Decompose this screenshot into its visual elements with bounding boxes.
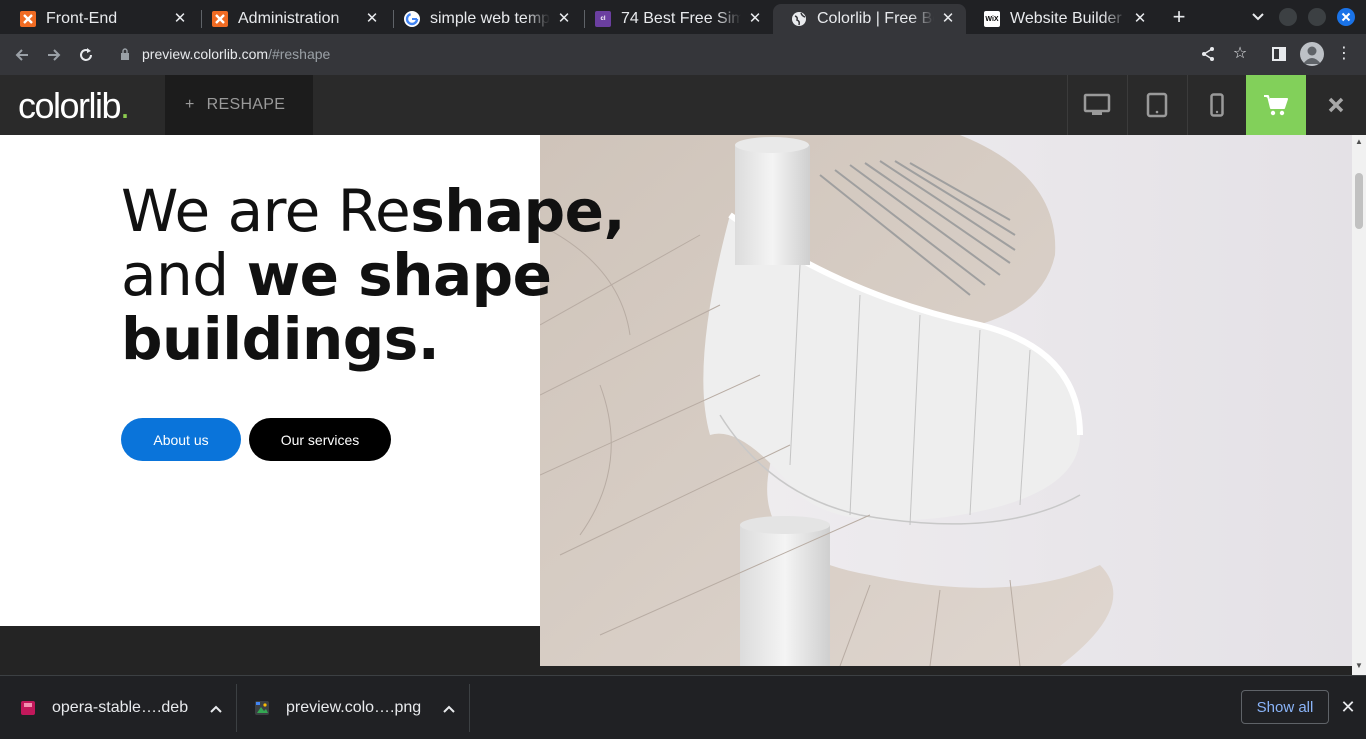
hero-building-image [540,135,1352,666]
close-icon[interactable] [1306,75,1366,135]
deb-package-icon [21,701,35,715]
address-bar[interactable]: preview.colorlib.com/#reshape [142,46,330,62]
download-shelf: opera-stable….deb preview.colo….png Show… [0,675,1366,739]
desktop-icon[interactable] [1067,75,1126,135]
tab-front-end[interactable]: Front-End ✕ [2,4,198,34]
xampp-icon [20,11,36,27]
chevron-up-icon[interactable] [210,701,222,716]
new-tab-icon[interactable]: + [1168,6,1190,28]
tab-administration[interactable]: Administration ✕ [194,4,390,34]
lock-icon[interactable] [120,48,130,60]
share-icon[interactable] [1197,43,1219,65]
colorlib-icon: cl [595,11,611,27]
show-all-button[interactable]: Show all [1241,690,1329,724]
reload-icon[interactable] [73,42,99,68]
tab-title: Administration [238,10,340,27]
shelf-separator [236,684,237,732]
forward-arrow-icon[interactable] [41,42,67,68]
globe-icon [791,11,807,27]
minimize-button[interactable] [1279,8,1297,26]
page-scrollbar[interactable]: ▲ ▼ [1352,135,1366,675]
chevron-up-icon[interactable] [443,701,455,716]
tab-website-builder[interactable]: WiX Website Builder - C ✕ [966,4,1158,34]
tablet-icon[interactable] [1127,75,1186,135]
download-filename: opera-stable….deb [52,699,189,716]
close-tab-icon[interactable]: ✕ [1132,11,1148,27]
scroll-up-icon[interactable]: ▲ [1352,137,1366,149]
back-arrow-icon[interactable] [9,42,35,68]
wix-icon: WiX [984,11,1000,27]
scroll-down-icon[interactable]: ▼ [1352,661,1366,673]
google-icon [404,11,420,27]
scroll-thumb[interactable] [1355,173,1363,229]
reshape-site: We are Reshape, and we shape buildings. … [0,135,1352,675]
colorlib-preview-bar: colorlib. + RESHAPE [0,75,1366,135]
close-tab-icon[interactable]: ✕ [364,11,380,27]
close-tab-icon[interactable]: ✕ [747,11,763,27]
url-host: preview.colorlib.com [142,46,269,62]
tab-colorlib-active[interactable]: Colorlib | Free Boo ✕ [773,4,966,34]
cart-icon[interactable] [1246,75,1306,135]
theme-name: RESHAPE [206,96,286,113]
tab-simple-web-templates[interactable]: simple web templa ✕ [386,4,582,34]
tab-title: 74 Best Free Simple [621,10,741,27]
tab-title: Front-End [46,10,118,27]
shelf-separator [469,684,470,732]
close-tab-icon[interactable]: ✕ [172,11,188,27]
tab-title: Website Builder - C [1010,10,1126,27]
heading-bold-text: we shape [246,241,552,309]
about-us-button[interactable]: About us [121,418,241,461]
logo-text: colorlib [18,85,122,126]
our-services-button[interactable]: Our services [249,418,391,461]
tab-74-best-free-simple[interactable]: cl 74 Best Free Simple ✕ [577,4,773,34]
chevron-down-icon[interactable] [1250,9,1266,25]
side-panel-icon[interactable] [1268,43,1290,65]
heading-bold-text: shape, [410,177,626,245]
page-viewport: colorlib. + RESHAPE We are Reshape, and … [0,75,1366,675]
close-tab-icon[interactable]: ✕ [940,11,956,27]
bookmark-star-icon[interactable]: ☆ [1229,43,1251,65]
tab-title: simple web templa [430,10,550,27]
close-icon[interactable]: ✕ [1338,697,1358,717]
download-filename: preview.colo….png [286,699,422,716]
more-menu-icon[interactable]: ⋮ [1333,43,1355,65]
download-item-preview-png[interactable]: preview.colo….png [254,684,455,732]
browser-toolbar: preview.colorlib.com/#reshape ☆ ⋮ [0,34,1366,75]
theme-selector[interactable]: + RESHAPE [165,75,313,135]
heading-text: We are Re [121,177,411,245]
tab-strip: Front-End ✕ Administration ✕ simple web … [0,0,1366,34]
close-tab-icon[interactable]: ✕ [556,11,572,27]
hero-heading: We are Reshape, and we shape buildings. [121,177,626,373]
download-item-opera[interactable]: opera-stable….deb [20,684,222,732]
maximize-button[interactable] [1308,8,1326,26]
tab-title: Colorlib | Free Boo [817,10,934,27]
url-path: /#reshape [268,46,331,62]
mobile-icon[interactable] [1187,75,1246,135]
xampp-icon [212,11,228,27]
plus-icon: + [185,96,195,113]
profile-avatar[interactable] [1300,42,1324,66]
image-file-icon [255,701,269,715]
logo-dot: . [120,85,130,126]
colorlib-logo[interactable]: colorlib. [18,85,130,127]
heading-bold-text: buildings. [121,305,440,373]
heading-text: and [121,241,247,309]
close-window-button[interactable] [1337,8,1355,26]
